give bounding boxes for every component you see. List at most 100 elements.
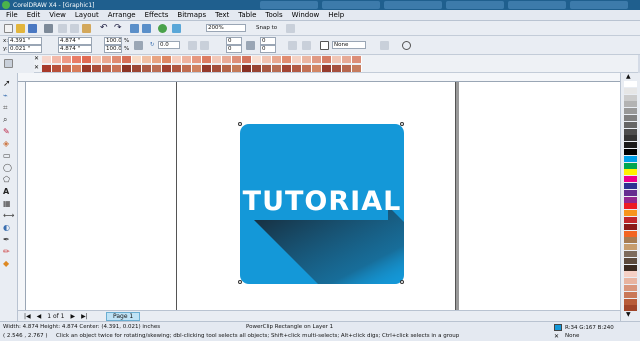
color-swatch[interactable] bbox=[302, 56, 312, 63]
palette-color[interactable] bbox=[624, 115, 637, 121]
redo-icon[interactable]: ↷ bbox=[114, 24, 123, 33]
rotation-angle-field[interactable]: 0.0 bbox=[158, 41, 180, 49]
previous-page-icon[interactable]: ◀ bbox=[37, 313, 42, 320]
palette-color[interactable] bbox=[624, 87, 637, 94]
palette-color[interactable] bbox=[624, 149, 637, 155]
color-swatch[interactable] bbox=[142, 56, 152, 63]
color-swatch[interactable] bbox=[192, 65, 202, 72]
fill-tool-icon[interactable]: ◆ bbox=[3, 259, 14, 269]
outline-tool-icon[interactable]: ✏ bbox=[3, 247, 14, 257]
interactive-tool-icon[interactable]: ◐ bbox=[3, 223, 14, 233]
copy-icon[interactable] bbox=[70, 24, 79, 33]
table-tool-icon[interactable]: ▦ bbox=[3, 199, 14, 209]
corner-radius-top-right[interactable]: 0 bbox=[260, 37, 276, 45]
taskbar-tab[interactable] bbox=[260, 1, 318, 9]
target-icon[interactable] bbox=[402, 41, 411, 50]
drawing-canvas[interactable]: TUTORIAL bbox=[26, 82, 620, 310]
menu-arrange[interactable]: Arrange bbox=[108, 11, 136, 19]
palette-color[interactable] bbox=[624, 169, 637, 176]
palette-color[interactable] bbox=[624, 237, 637, 244]
paste-icon[interactable] bbox=[82, 24, 91, 33]
palette-color[interactable] bbox=[624, 264, 637, 271]
color-swatch[interactable] bbox=[292, 56, 302, 63]
page-tab[interactable]: Page 1 bbox=[106, 312, 141, 321]
smart-fill-tool-icon[interactable]: ◈ bbox=[3, 139, 14, 149]
last-page-icon[interactable]: ▶| bbox=[81, 313, 88, 320]
shape-tool-icon[interactable]: ⌁ bbox=[3, 91, 14, 101]
selection-handle[interactable] bbox=[400, 280, 404, 284]
palette-color[interactable] bbox=[624, 108, 637, 115]
color-swatch[interactable] bbox=[132, 65, 142, 72]
color-swatch[interactable] bbox=[132, 56, 142, 63]
color-swatch[interactable] bbox=[182, 56, 192, 63]
palette-color[interactable] bbox=[624, 230, 637, 237]
palette-color[interactable] bbox=[624, 223, 637, 230]
first-page-icon[interactable]: |◀ bbox=[24, 313, 31, 320]
dimension-tool-icon[interactable]: ⟷ bbox=[3, 211, 14, 221]
color-swatch[interactable] bbox=[172, 65, 182, 72]
menu-layout[interactable]: Layout bbox=[75, 11, 99, 19]
color-swatch[interactable] bbox=[342, 65, 352, 72]
export-icon[interactable] bbox=[142, 24, 151, 33]
color-swatch[interactable] bbox=[352, 65, 362, 72]
menu-tools[interactable]: Tools bbox=[265, 11, 282, 19]
taskbar-tab[interactable] bbox=[508, 1, 566, 9]
selection-handle[interactable] bbox=[400, 122, 404, 126]
color-swatch[interactable] bbox=[312, 56, 322, 63]
color-swatch[interactable] bbox=[122, 56, 132, 63]
menu-view[interactable]: View bbox=[49, 11, 66, 19]
width-field[interactable]: 4.874 " bbox=[58, 37, 92, 45]
palette-color[interactable] bbox=[624, 298, 637, 305]
color-swatch[interactable] bbox=[82, 65, 92, 72]
next-page-icon[interactable]: ▶ bbox=[71, 313, 76, 320]
palette-color[interactable] bbox=[624, 196, 637, 203]
color-swatch[interactable] bbox=[112, 65, 122, 72]
palette-color[interactable] bbox=[624, 162, 637, 169]
palette-color[interactable] bbox=[624, 251, 637, 257]
pick-tool-icon[interactable]: ➚ bbox=[3, 79, 14, 89]
color-swatch[interactable] bbox=[102, 65, 112, 72]
color-swatch[interactable] bbox=[52, 56, 62, 63]
color-swatch[interactable] bbox=[302, 65, 312, 72]
pick-mode-icon[interactable] bbox=[4, 59, 13, 68]
taskbar-tab[interactable] bbox=[384, 1, 442, 9]
palette-scroll-up-icon[interactable]: ▲ bbox=[626, 73, 631, 80]
convert-to-curves-icon[interactable] bbox=[380, 41, 389, 50]
palette-color[interactable] bbox=[624, 121, 637, 128]
outline-width-select[interactable]: None bbox=[332, 41, 366, 49]
polygon-tool-icon[interactable]: ⬠ bbox=[3, 175, 14, 185]
color-swatch[interactable] bbox=[282, 65, 292, 72]
color-swatch[interactable] bbox=[232, 56, 242, 63]
palette-color[interactable] bbox=[624, 135, 637, 142]
color-swatch[interactable] bbox=[122, 65, 132, 72]
color-swatch[interactable] bbox=[282, 56, 292, 63]
wrap-text-icon[interactable] bbox=[288, 41, 297, 50]
position-y-field[interactable]: 0.021 " bbox=[8, 45, 42, 53]
color-swatch[interactable] bbox=[202, 65, 212, 72]
color-swatch[interactable] bbox=[102, 56, 112, 63]
color-swatch[interactable] bbox=[252, 56, 262, 63]
menu-file[interactable]: File bbox=[6, 11, 18, 19]
palette-color[interactable] bbox=[624, 142, 637, 149]
vertical-ruler[interactable] bbox=[18, 82, 26, 310]
zoom-level-select[interactable]: 200% bbox=[206, 24, 246, 32]
menu-effects[interactable]: Effects bbox=[145, 11, 169, 19]
color-swatch[interactable] bbox=[272, 56, 282, 63]
rectangle-tool-icon[interactable]: ▭ bbox=[3, 151, 14, 161]
color-swatch[interactable] bbox=[42, 56, 52, 63]
palette-scroll-down-icon[interactable]: ▼ bbox=[626, 311, 631, 318]
save-icon[interactable] bbox=[28, 24, 37, 33]
welcome-screen-icon[interactable] bbox=[172, 24, 181, 33]
palette-color[interactable] bbox=[624, 285, 637, 291]
color-swatch[interactable] bbox=[262, 56, 272, 63]
palette-color[interactable] bbox=[624, 94, 637, 101]
palette-color[interactable] bbox=[624, 81, 637, 87]
text-tool-icon[interactable]: A bbox=[3, 187, 14, 197]
palette-color[interactable] bbox=[624, 257, 637, 264]
color-swatch[interactable] bbox=[112, 56, 122, 63]
color-swatch[interactable] bbox=[162, 65, 172, 72]
selection-handle[interactable] bbox=[238, 280, 242, 284]
crop-tool-icon[interactable]: ⌗ bbox=[3, 103, 14, 113]
palette-color[interactable] bbox=[624, 244, 637, 251]
new-document-icon[interactable] bbox=[4, 24, 13, 33]
